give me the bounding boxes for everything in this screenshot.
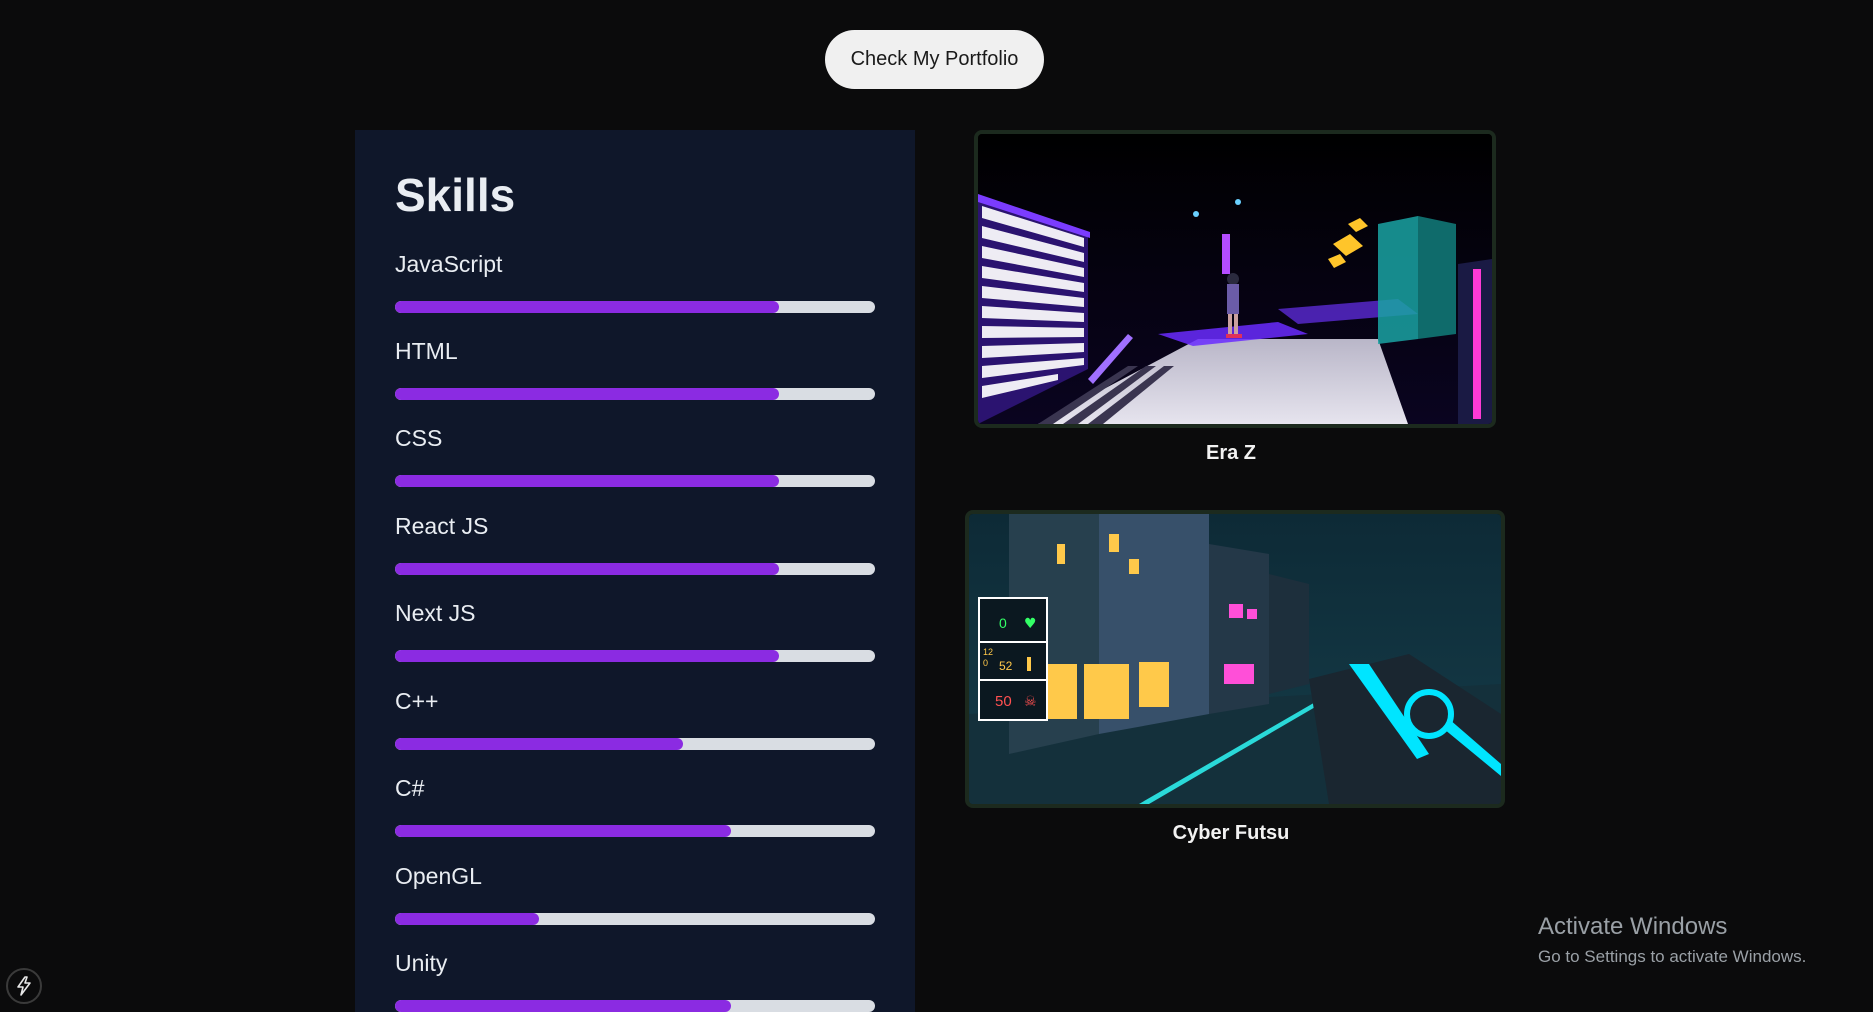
svg-text:50: 50 [995, 693, 1012, 710]
project-title[interactable]: Era Z [974, 442, 1488, 465]
svg-text:☠: ☠ [1024, 694, 1037, 710]
skill-bar-track [395, 738, 875, 750]
check-portfolio-button[interactable]: Check My Portfolio [825, 30, 1044, 89]
skill-item: JavaScript [395, 251, 875, 321]
skill-bar-track [395, 563, 875, 575]
skill-name: C# [395, 775, 425, 801]
watermark-subtitle: Go to Settings to activate Windows. [1538, 947, 1807, 966]
neon-city-screenshot [978, 134, 1492, 424]
skill-name: Unity [395, 950, 448, 976]
skill-bar-fill [395, 738, 683, 750]
svg-text:0: 0 [983, 658, 988, 668]
lightning-icon [17, 976, 31, 996]
skill-name: CSS [395, 425, 443, 451]
skill-bar-track [395, 825, 875, 837]
skill-name: C++ [395, 688, 439, 714]
skill-bar-fill [395, 650, 779, 662]
skill-bar-fill [395, 388, 779, 400]
skill-bar-fill [395, 1000, 731, 1012]
skill-bar-fill [395, 563, 779, 575]
skill-item: Next JS [395, 600, 875, 670]
skill-bar-track [395, 301, 875, 313]
skill-item: C# [395, 775, 875, 845]
skill-bar-fill [395, 825, 731, 837]
skill-bar-fill [395, 301, 779, 313]
watermark-title: Activate Windows [1538, 913, 1728, 940]
dev-tools-badge[interactable] [6, 968, 42, 1004]
skill-bar-fill [395, 475, 779, 487]
project-thumbnail[interactable] [974, 130, 1496, 428]
skill-name: React JS [395, 513, 489, 539]
skill-bar-track [395, 650, 875, 662]
skill-item: C++ [395, 688, 875, 758]
skill-bar-fill [395, 913, 539, 925]
project-title[interactable]: Cyber Futsu [965, 822, 1497, 845]
skill-name: JavaScript [395, 251, 503, 277]
svg-text:0: 0 [999, 615, 1007, 631]
skill-item: OpenGL [395, 863, 875, 933]
skill-bar-track [395, 1000, 875, 1012]
skill-item: React JS [395, 513, 875, 583]
skill-name: OpenGL [395, 863, 482, 889]
cyberpunk-fps-screenshot: 0 ♥ 12 0 52 50 ☠ [969, 514, 1501, 804]
skill-bar-track [395, 388, 875, 400]
project-thumbnail[interactable]: 0 ♥ 12 0 52 50 ☠ [965, 510, 1505, 808]
skill-name: Next JS [395, 600, 476, 626]
skill-item: CSS [395, 425, 875, 495]
skill-bar-track [395, 475, 875, 487]
windows-activation-watermark: Activate Windows Go to Settings to activ… [1538, 913, 1806, 967]
svg-text:♥: ♥ [1024, 616, 1037, 632]
project-card[interactable]: 0 ♥ 12 0 52 50 ☠ Cyber Futsu [965, 510, 1505, 850]
page: Check My Portfolio Skills JavaScript HTM… [0, 0, 1873, 1012]
skill-name: HTML [395, 338, 458, 364]
skill-item: HTML [395, 338, 875, 408]
skill-item: Unity [395, 950, 875, 1012]
svg-text:52: 52 [999, 659, 1013, 673]
project-card[interactable]: Era Z [974, 130, 1496, 470]
skills-panel: Skills JavaScript HTML CSS React JS Next… [355, 130, 915, 1012]
skill-bar-track [395, 913, 875, 925]
skills-title: Skills [395, 169, 516, 221]
svg-text:12: 12 [983, 647, 993, 657]
